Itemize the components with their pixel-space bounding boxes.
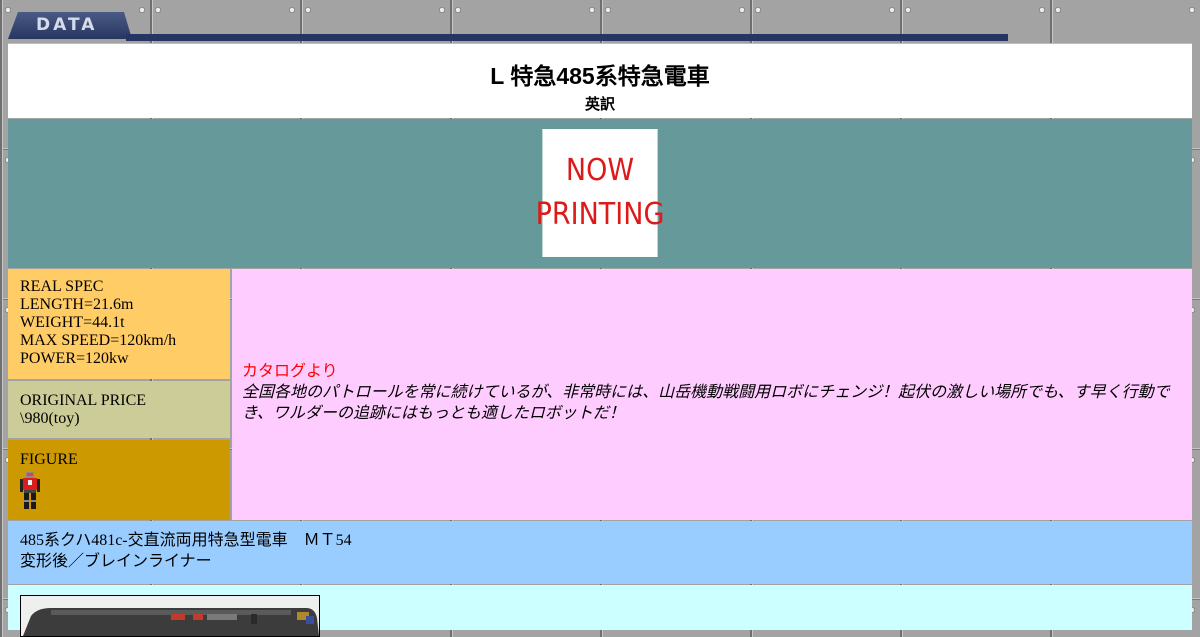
title-panel: L 特急485系特急電車 英訳 [8, 43, 1192, 118]
spec-length: LENGTH=21.6m [20, 296, 134, 313]
english-translation-link[interactable]: 英訳 [8, 93, 1192, 114]
photo-panel [8, 585, 1192, 637]
image-panel: NOW PRINTING [8, 119, 1192, 268]
original-price-cell: ORIGINAL PRICE \980(toy) [8, 381, 230, 438]
now-printing-image: NOW PRINTING [536, 129, 664, 257]
figure-heading: FIGURE [20, 451, 78, 468]
figure-cell: FIGURE [8, 440, 230, 520]
real-spec-cell: REAL SPEC LENGTH=21.6m WEIGHT=44.1t MAX … [8, 269, 230, 379]
model-info-panel: 485系クハ481c-交直流両用特急型電車 ＭＴ54 変形後／ブレインライナー [8, 521, 1192, 584]
catalog-description: カタログより 全国各地のパトロールを常に続けているが、非常時には、山岳機動戦闘用… [232, 269, 1192, 520]
tab-underline [126, 34, 1008, 41]
catalog-text: 全国各地のパトロールを常に続けているが、非常時には、山岳機動戦闘用ロボにチェンジ… [242, 384, 1170, 422]
data-tab-header: DATA [8, 12, 1008, 42]
real-spec-heading: REAL SPEC [20, 278, 104, 295]
original-price-heading: ORIGINAL PRICE [20, 392, 147, 409]
data-tab: DATA [8, 12, 132, 39]
transformation-note: 変形後／ブレインライナー [20, 553, 212, 570]
now-printing-line1: NOW [565, 153, 635, 188]
now-printing-line2: PRINTING [535, 197, 665, 232]
spec-row: REAL SPEC LENGTH=21.6m WEIGHT=44.1t MAX … [8, 269, 1192, 520]
original-price-value: \980(toy) [20, 410, 80, 427]
model-designation: 485系クハ481c-交直流両用特急型電車 ＭＴ54 [20, 532, 352, 549]
page-title: L 特急485系特急電車 [490, 63, 710, 89]
spec-column: REAL SPEC LENGTH=21.6m WEIGHT=44.1t MAX … [8, 269, 230, 520]
spec-power: POWER=120kw [20, 350, 129, 367]
spec-max-speed: MAX SPEED=120km/h [20, 332, 177, 349]
spec-weight: WEIGHT=44.1t [20, 314, 125, 331]
toy-photo [20, 595, 320, 637]
robot-figure-icon[interactable] [20, 472, 40, 510]
catalog-heading: カタログより [242, 363, 338, 380]
